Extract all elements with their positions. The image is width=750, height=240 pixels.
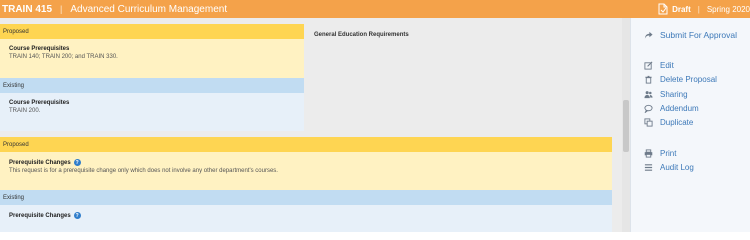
header-separator: |: [60, 4, 63, 14]
field-heading-row: Prerequisite Changes ?: [9, 212, 603, 219]
field-heading: Course Prerequisites: [9, 46, 70, 52]
audit-log-label: Audit Log: [660, 163, 694, 172]
vertical-scrollbar[interactable]: [622, 18, 630, 232]
field-heading-row: Prerequisite Changes ?: [9, 159, 603, 166]
comment-icon: [644, 104, 653, 113]
audit-log-button[interactable]: Audit Log: [644, 163, 694, 172]
addendum-label: Addendum: [660, 104, 699, 113]
edit-label: Edit: [660, 61, 674, 70]
field-value: TRAIN 200.: [9, 108, 41, 114]
list-icon: [644, 164, 653, 171]
field-heading: Prerequisite Changes: [9, 212, 71, 219]
sharing-label: Sharing: [660, 90, 688, 99]
print-label: Print: [660, 149, 677, 158]
proposed-box: Course Prerequisites TRAIN 140; TRAIN 20…: [0, 39, 304, 78]
field-value: TRAIN 140; TRAIN 200; and TRAIN 330.: [9, 54, 118, 60]
help-icon[interactable]: ?: [73, 212, 81, 219]
scrollbar-thumb[interactable]: [623, 100, 629, 152]
action-sidebar: Submit For Approval Edit Delete Proposal…: [630, 18, 750, 232]
prerequisite-changes-comparison: Proposed Prerequisite Changes ? This req…: [0, 137, 612, 232]
gen-ed-heading: General Education Requirements: [314, 32, 409, 38]
share-arrow-icon: [644, 31, 653, 39]
app-title: Advanced Curriculum Management: [70, 3, 228, 15]
existing-band: Existing: [0, 78, 304, 93]
status-badge: Draft: [672, 4, 691, 14]
copy-icon: [644, 118, 653, 127]
document-icon: [658, 3, 668, 15]
submit-for-approval-button[interactable]: Submit For Approval: [644, 30, 737, 40]
prerequisites-comparison: Proposed Course Prerequisites TRAIN 140;…: [0, 24, 304, 131]
proposed-band: Proposed: [0, 137, 612, 152]
proposal-content: Proposed Course Prerequisites TRAIN 140;…: [0, 18, 622, 232]
field-heading: Prerequisite Changes: [9, 159, 71, 166]
addendum-button[interactable]: Addendum: [644, 104, 699, 113]
delete-proposal-button[interactable]: Delete Proposal: [644, 75, 717, 84]
duplicate-label: Duplicate: [660, 118, 694, 127]
field-heading: Course Prerequisites: [9, 100, 70, 106]
edit-button[interactable]: Edit: [644, 61, 674, 70]
existing-box: Prerequisite Changes ?: [0, 205, 612, 232]
delete-label: Delete Proposal: [660, 75, 717, 84]
submit-label: Submit For Approval: [660, 30, 738, 40]
proposed-box: Prerequisite Changes ? This request is f…: [0, 152, 612, 190]
field-value: This request is for a prerequisite chang…: [9, 168, 278, 174]
proposed-band: Proposed: [0, 24, 304, 39]
course-code: TRAIN 415: [2, 3, 53, 15]
help-icon[interactable]: ?: [73, 159, 81, 166]
term-label: Spring 2020: [706, 4, 750, 14]
top-header-bar: TRAIN 415 | Advanced Curriculum Manageme…: [0, 0, 750, 18]
header-status-area: Draft | Spring 2020: [657, 0, 750, 18]
existing-band: Existing: [0, 190, 612, 205]
header-divider: |: [697, 4, 700, 14]
edit-icon: [644, 61, 653, 70]
existing-box: Course Prerequisites TRAIN 200.: [0, 93, 304, 131]
trash-icon: [645, 75, 652, 84]
print-icon: [644, 149, 653, 158]
users-icon: [644, 91, 653, 99]
sharing-button[interactable]: Sharing: [644, 90, 688, 99]
print-button[interactable]: Print: [644, 149, 676, 158]
duplicate-button[interactable]: Duplicate: [644, 118, 693, 127]
